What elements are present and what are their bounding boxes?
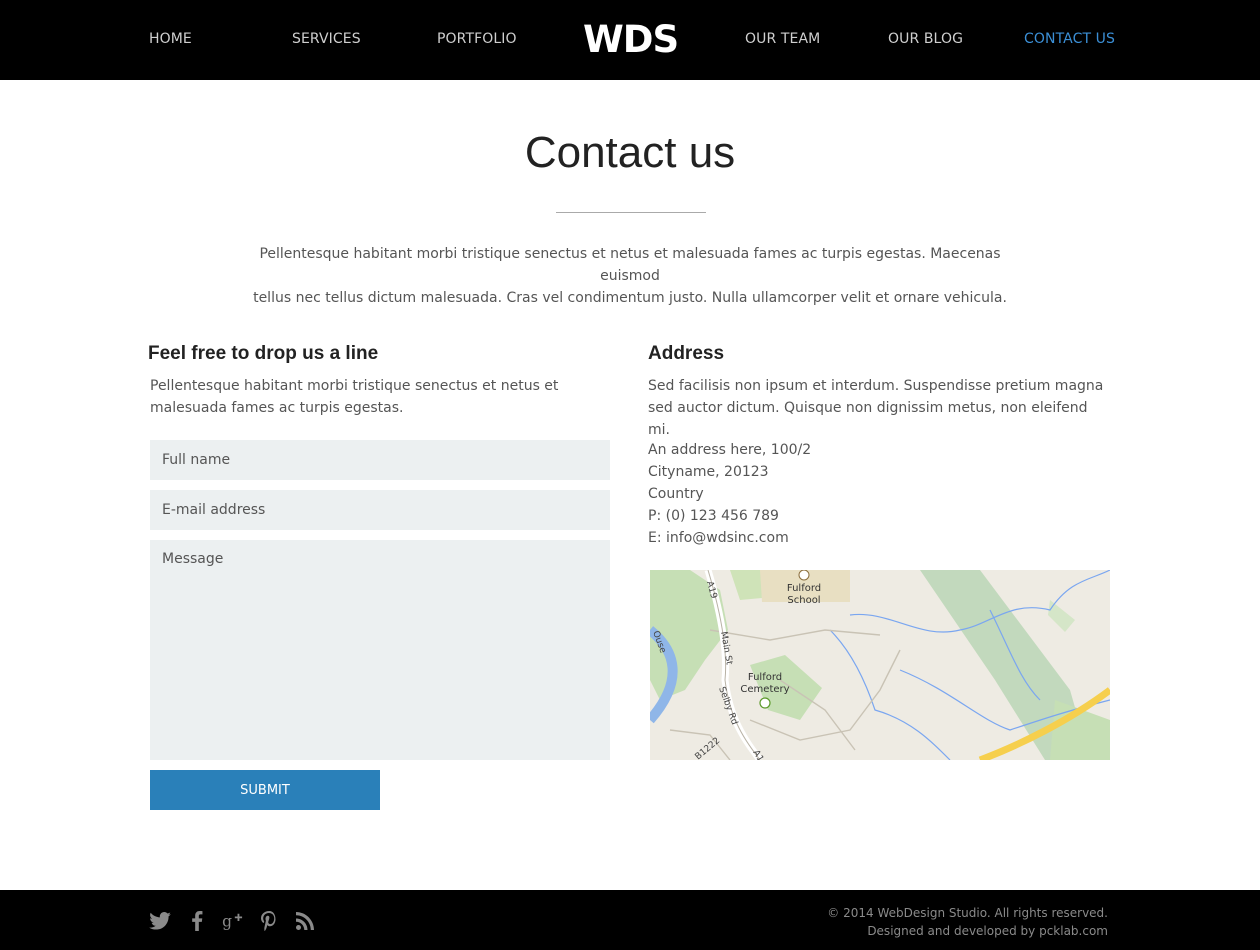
address-line-email[interactable]: E: info@wdsinc.com xyxy=(648,527,811,549)
facebook-icon[interactable] xyxy=(185,910,209,932)
nav-item-services[interactable]: SERVICES xyxy=(292,31,361,47)
address-block: An address here, 100/2 Cityname, 20123 C… xyxy=(648,439,811,549)
nav-item-portfolio[interactable]: PORTFOLIO xyxy=(437,31,517,47)
form-heading: Feel free to drop us a line xyxy=(148,343,379,364)
rss-icon[interactable] xyxy=(293,910,317,932)
nav-item-contact-us[interactable]: CONTACT US xyxy=(1024,31,1115,47)
school-marker-icon xyxy=(798,570,810,581)
map-label-cemetery-1: Fulford xyxy=(748,672,782,683)
intro-text: Pellentesque habitant morbi tristique se… xyxy=(240,243,1020,309)
intro-line-1: Pellentesque habitant morbi tristique se… xyxy=(259,246,1001,284)
message-textarea[interactable] xyxy=(150,540,610,760)
credits-text[interactable]: Designed and developed by pcklab.com xyxy=(827,922,1108,940)
email-input[interactable] xyxy=(150,490,610,530)
map-label-school-1: Fulford xyxy=(787,583,821,594)
full-name-input[interactable] xyxy=(150,440,610,480)
address-line-phone: P: (0) 123 456 789 xyxy=(648,508,779,524)
top-navigation: HOME SERVICES PORTFOLIO WDS OUR TEAM OUR… xyxy=(0,0,1260,80)
location-map[interactable]: Fulford School Fulford Cemetery A19 Main… xyxy=(650,570,1110,760)
map-label-cemetery-2: Cemetery xyxy=(740,684,789,695)
map-graphic: Fulford School Fulford Cemetery A19 Main… xyxy=(650,570,1110,760)
pinterest-icon[interactable] xyxy=(257,910,281,932)
address-line-street: An address here, 100/2 xyxy=(648,442,812,458)
cemetery-marker-icon xyxy=(759,697,771,709)
address-description: Sed facilisis non ipsum et interdum. Sus… xyxy=(648,378,1104,438)
google-plus-icon[interactable]: g xyxy=(221,910,245,932)
title-divider xyxy=(556,212,706,213)
copyright-text: © 2014 WebDesign Studio. All rights rese… xyxy=(827,906,1108,920)
address-line-city: Cityname, 20123 xyxy=(648,464,769,480)
address-line-country: Country xyxy=(648,486,704,502)
nav-item-home[interactable]: HOME xyxy=(149,31,192,47)
map-label-school-2: School xyxy=(787,595,820,606)
address-heading: Address xyxy=(648,343,725,364)
twitter-icon[interactable] xyxy=(148,910,172,932)
form-description: Pellentesque habitant morbi tristique se… xyxy=(150,378,559,416)
page-title: Contact us xyxy=(524,128,736,177)
nav-item-our-blog[interactable]: OUR BLOG xyxy=(888,31,963,47)
submit-button[interactable]: SUBMIT xyxy=(150,770,380,810)
intro-line-2: tellus nec tellus dictum malesuada. Cras… xyxy=(253,290,1007,306)
svg-text:g: g xyxy=(222,912,232,930)
site-logo[interactable]: WDS xyxy=(583,18,679,61)
nav-item-our-team[interactable]: OUR TEAM xyxy=(745,31,820,47)
footer-copyright: © 2014 WebDesign Studio. All rights rese… xyxy=(827,904,1108,940)
footer: g © 2014 WebDesign Studio. All rights re… xyxy=(0,890,1260,950)
